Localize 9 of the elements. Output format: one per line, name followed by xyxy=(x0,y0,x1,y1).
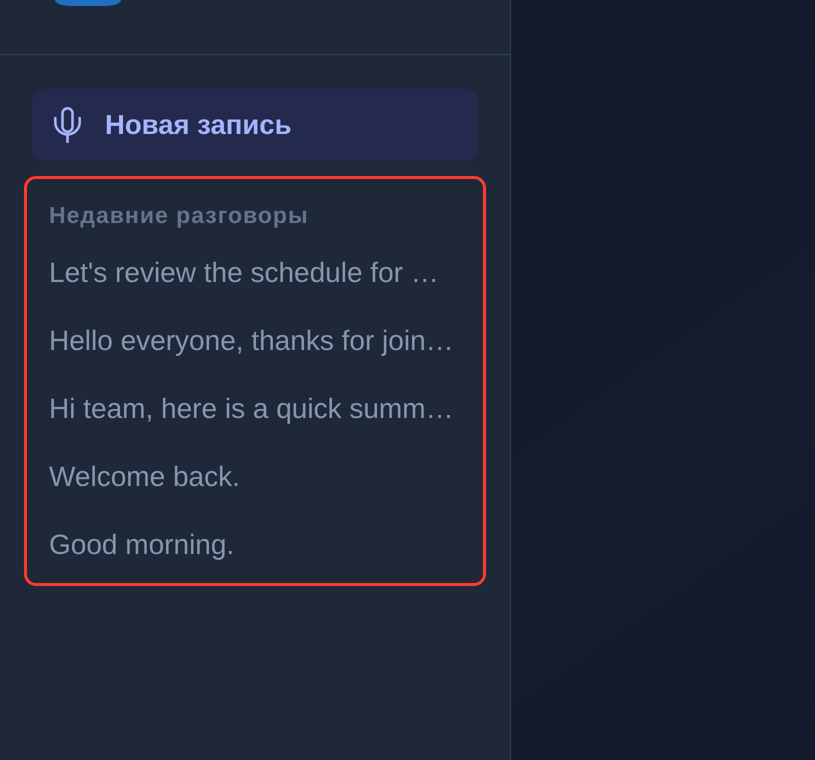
section-heading: Недавние разговоры xyxy=(49,201,310,229)
conversation-item[interactable]: Good morning. xyxy=(49,510,473,578)
conversation-item[interactable]: Hi team, here is a quick summ… xyxy=(49,374,473,442)
microphone-icon xyxy=(54,107,81,143)
conversation-item[interactable]: Let's review the schedule for … xyxy=(49,238,473,306)
new-recording-button[interactable]: Новая запись xyxy=(32,89,478,161)
header-tile xyxy=(55,0,121,6)
conversation-item[interactable]: Hello everyone, thanks for join… xyxy=(49,306,473,374)
conversation-item[interactable]: Welcome back. xyxy=(49,442,473,510)
